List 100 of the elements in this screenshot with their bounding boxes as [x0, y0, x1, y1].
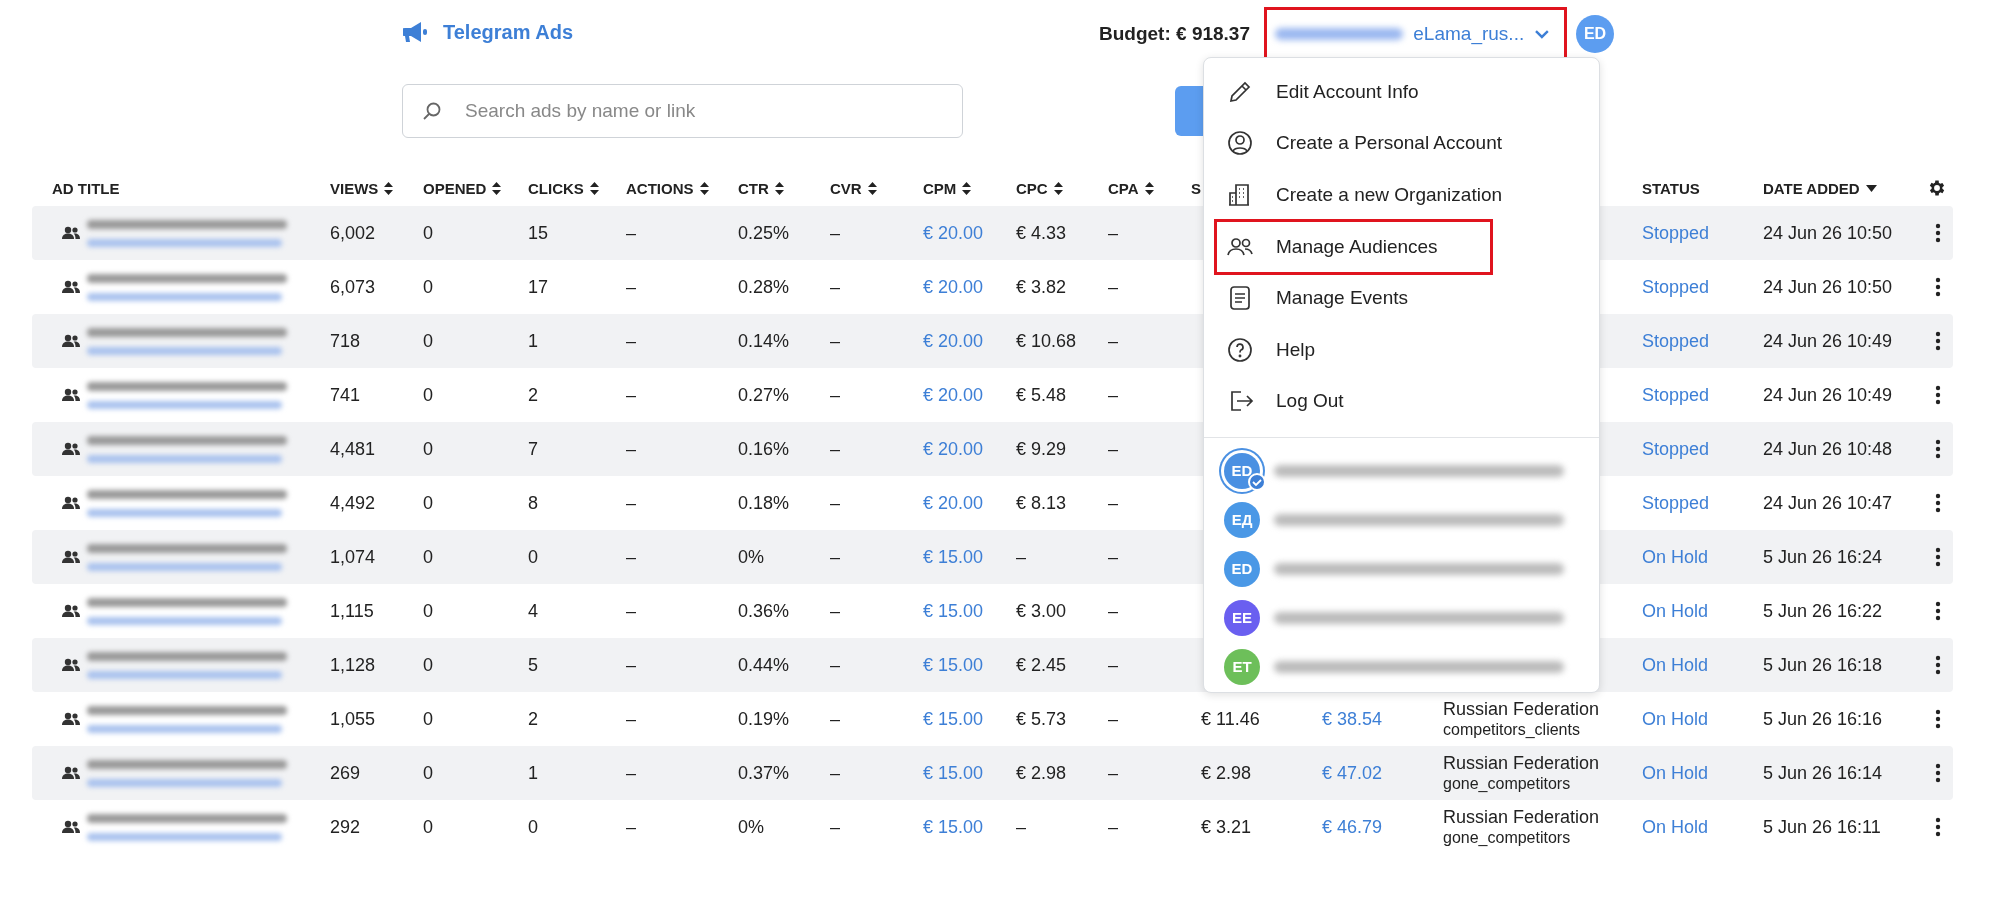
menu-item[interactable]: Create a new Organization: [1204, 169, 1599, 221]
cpm-link[interactable]: € 15.00: [923, 708, 1016, 730]
more-icon[interactable]: [1935, 385, 1941, 405]
column-header[interactable]: CTR: [738, 179, 769, 197]
table-cell-text: 5 Jun 26 16:24: [1763, 546, 1884, 568]
menu-item[interactable]: Help: [1204, 324, 1599, 376]
account-item[interactable]: ET: [1204, 642, 1599, 691]
budget-link[interactable]: € 47.02: [1322, 762, 1443, 784]
table-cell-text: 5 Jun 26 16:22: [1763, 600, 1884, 622]
more-icon[interactable]: [1935, 817, 1941, 837]
column-header[interactable]: CLICKS: [528, 179, 584, 197]
table-cell-text: € 2.98: [1201, 762, 1253, 784]
cpm-link[interactable]: € 15.00: [923, 762, 1016, 784]
status-link[interactable]: On Hold: [1642, 816, 1763, 838]
status-link[interactable]: Stopped: [1642, 222, 1763, 244]
table-cell-text: 0.19%: [738, 708, 791, 730]
column-header[interactable]: VIEWS: [330, 179, 379, 197]
cpm-link[interactable]: € 15.00: [923, 816, 1016, 838]
table-cell-text: –: [830, 600, 841, 622]
more-icon[interactable]: [1935, 601, 1941, 621]
cpm-link[interactable]: € 20.00: [923, 492, 1016, 514]
sort-icon: [1144, 181, 1154, 195]
column-header[interactable]: CVR: [830, 179, 862, 197]
status-link[interactable]: On Hold: [1642, 546, 1763, 568]
status-link[interactable]: Stopped: [1642, 330, 1763, 352]
menu-item[interactable]: Edit Account Info: [1204, 66, 1599, 118]
table-cell-text: 24 Jun 26 10:50: [1763, 222, 1894, 244]
sort-icon: [699, 181, 709, 195]
table-cell-text: 0: [423, 708, 434, 730]
budget-link[interactable]: € 38.54: [1322, 708, 1443, 730]
more-icon[interactable]: [1935, 547, 1941, 567]
column-header[interactable]: CPC: [1016, 179, 1048, 197]
status-link[interactable]: Stopped: [1642, 384, 1763, 406]
status-link[interactable]: Stopped: [1642, 438, 1763, 460]
more-icon[interactable]: [1935, 763, 1941, 783]
column-header[interactable]: ACTIONS: [626, 179, 694, 197]
cpm-link[interactable]: € 20.00: [923, 222, 1016, 244]
app-name[interactable]: Telegram Ads: [443, 20, 574, 44]
cpm-link[interactable]: € 15.00: [923, 546, 1016, 568]
cpm-link[interactable]: € 15.00: [923, 600, 1016, 622]
cpm-link[interactable]: € 15.00: [923, 654, 1016, 676]
menu-item[interactable]: Log Out: [1204, 375, 1599, 427]
table-cell-text: –: [1108, 276, 1119, 298]
table-cell-text: 0: [423, 654, 434, 676]
user-avatar[interactable]: ED: [1576, 15, 1614, 53]
column-header: AD TITLE: [52, 179, 120, 197]
table-cell-text: € 2.45: [1016, 654, 1068, 676]
audience-icon: [62, 226, 80, 240]
cpm-link[interactable]: € 20.00: [923, 276, 1016, 298]
table-cell-text: 0.44%: [738, 654, 791, 676]
audience-icon: [62, 820, 80, 834]
table-cell-text: 1: [528, 330, 539, 352]
account-item[interactable]: ED: [1204, 544, 1599, 593]
column-header[interactable]: DATE ADDED: [1763, 179, 1860, 197]
menu-item[interactable]: Create a Personal Account: [1204, 117, 1599, 169]
account-selector[interactable]: eLama_rus...: [1267, 23, 1564, 45]
more-icon[interactable]: [1935, 439, 1941, 459]
table-cell-text: 0: [528, 816, 539, 838]
person-icon: [1226, 129, 1254, 158]
account-item[interactable]: EE: [1204, 593, 1599, 642]
table-cell-text: –: [1108, 600, 1119, 622]
more-icon[interactable]: [1935, 277, 1941, 297]
search-field[interactable]: Search ads by name or link: [402, 84, 963, 138]
menu-item[interactable]: Manage Events: [1204, 272, 1599, 324]
table-cell-text: –: [626, 438, 637, 460]
account-item[interactable]: ЕД: [1204, 495, 1599, 544]
column-header[interactable]: OPENED: [423, 179, 487, 197]
column-header[interactable]: CPA: [1108, 179, 1139, 197]
more-icon[interactable]: [1935, 493, 1941, 513]
sort-down-icon: [1865, 184, 1877, 192]
table-cell-text: –: [830, 492, 841, 514]
account-item[interactable]: ED: [1204, 446, 1599, 495]
status-link[interactable]: On Hold: [1642, 708, 1763, 730]
cpm-link[interactable]: € 20.00: [923, 330, 1016, 352]
table-cell-text: 0%: [738, 546, 765, 568]
table-cell-text: 24 Jun 26 10:47: [1763, 492, 1894, 514]
chevron-down-icon: [1534, 29, 1550, 39]
column-header[interactable]: CPM: [923, 179, 957, 197]
table-cell-text: € 5.48: [1016, 384, 1068, 406]
status-link[interactable]: On Hold: [1642, 654, 1763, 676]
status-link[interactable]: Stopped: [1642, 276, 1763, 298]
settings-icon[interactable]: [1927, 178, 1947, 198]
more-icon[interactable]: [1935, 709, 1941, 729]
table-cell-text: –: [626, 492, 637, 514]
menu-item[interactable]: Manage Audiences: [1217, 222, 1490, 271]
cpm-link[interactable]: € 20.00: [923, 384, 1016, 406]
cpm-link[interactable]: € 20.00: [923, 438, 1016, 460]
table-cell-text: 0.16%: [738, 438, 791, 460]
table-cell-text: –: [626, 600, 637, 622]
more-icon[interactable]: [1935, 223, 1941, 243]
status-link[interactable]: On Hold: [1642, 600, 1763, 622]
more-icon[interactable]: [1935, 655, 1941, 675]
table-cell-text: 0: [423, 438, 434, 460]
more-icon[interactable]: [1935, 331, 1941, 351]
table-cell-text: 0: [423, 492, 434, 514]
table-cell-text: –: [830, 546, 841, 568]
table-cell-text: 1: [528, 762, 539, 784]
status-link[interactable]: Stopped: [1642, 492, 1763, 514]
budget-link[interactable]: € 46.79: [1322, 816, 1443, 838]
status-link[interactable]: On Hold: [1642, 762, 1763, 784]
